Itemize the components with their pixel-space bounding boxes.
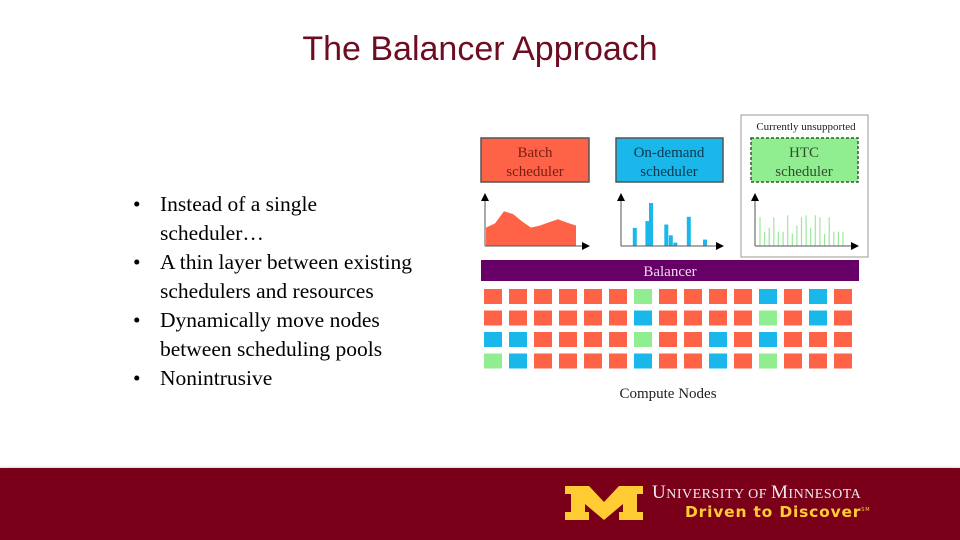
compute-node (684, 332, 702, 347)
compute-node (809, 353, 827, 369)
svg-text:On-demand: On-demand (634, 145, 705, 161)
compute-node (659, 332, 677, 347)
compute-node (659, 310, 677, 326)
compute-node (634, 310, 652, 326)
svg-text:scheduler: scheduler (506, 164, 563, 180)
unsupported-note: Currently unsupported (756, 121, 856, 133)
tagline: Driven to DiscoverSM (685, 503, 871, 521)
compute-node (634, 289, 652, 304)
compute-node (534, 310, 552, 326)
compute-node (559, 332, 577, 347)
compute-node (809, 310, 827, 326)
svg-text:scheduler: scheduler (775, 164, 832, 180)
compute-node (484, 332, 502, 347)
on-demand-bar (664, 224, 669, 246)
compute-node (759, 310, 777, 326)
compute-node (659, 353, 677, 369)
on-demand-bar (649, 203, 653, 246)
compute-node (534, 289, 552, 304)
compute-node (809, 289, 827, 304)
compute-node-grid (484, 289, 852, 369)
compute-node (734, 310, 752, 326)
compute-node (634, 332, 652, 347)
svg-text:Balancer: Balancer (643, 264, 696, 280)
compute-node (784, 353, 802, 369)
compute-node (834, 353, 852, 369)
compute-node (509, 310, 527, 326)
svg-text:HTC: HTC (789, 145, 819, 161)
compute-node (584, 289, 602, 304)
compute-node (734, 289, 752, 304)
compute-node (634, 353, 652, 369)
svg-text:scheduler: scheduler (640, 164, 697, 180)
compute-node (834, 310, 852, 326)
compute-nodes-label: Compute Nodes (619, 386, 716, 402)
balancer-bar: Balancer (481, 260, 859, 281)
compute-node (584, 310, 602, 326)
batch-scheduler-box: Batch scheduler (480, 137, 590, 183)
compute-node (484, 353, 502, 369)
compute-node (759, 332, 777, 347)
on-demand-bar (703, 239, 707, 247)
compute-node (834, 289, 852, 304)
on-demand-bar (632, 227, 637, 246)
block-m-logo-icon (565, 486, 643, 520)
compute-node (709, 353, 727, 369)
compute-node (684, 353, 702, 369)
htc-scheduler-box: HTC scheduler (750, 137, 859, 183)
on-demand-bar (673, 242, 678, 246)
compute-node (559, 353, 577, 369)
batch-load-chart (481, 193, 590, 250)
compute-node (509, 289, 527, 304)
on-demand-bar (668, 235, 673, 247)
compute-node (809, 332, 827, 347)
compute-node (709, 310, 727, 326)
on-demand-bar (686, 216, 691, 246)
compute-node (734, 353, 752, 369)
compute-node (559, 289, 577, 304)
compute-node (534, 332, 552, 347)
balancer-diagram: Currently unsupported Batch scheduler On… (480, 114, 869, 402)
compute-node (484, 310, 502, 326)
university-name: UNIVERSITY OF MINNESOTA (652, 482, 862, 503)
compute-node (684, 289, 702, 304)
compute-node (659, 289, 677, 304)
compute-node (584, 332, 602, 347)
on-demand-load-chart (617, 193, 724, 250)
compute-node (509, 353, 527, 369)
svg-text:Batch: Batch (518, 145, 553, 161)
compute-node (559, 310, 577, 326)
compute-node (784, 289, 802, 304)
on-demand-bar (645, 221, 650, 246)
compute-node (609, 310, 627, 326)
compute-node (534, 353, 552, 369)
compute-node (784, 310, 802, 326)
compute-node (784, 332, 802, 347)
compute-node (734, 332, 752, 347)
compute-node (759, 289, 777, 304)
compute-node (759, 353, 777, 369)
compute-node (684, 310, 702, 326)
compute-node (584, 353, 602, 369)
batch-load-area (486, 211, 576, 246)
compute-node (509, 332, 527, 347)
compute-node (609, 353, 627, 369)
compute-node (709, 289, 727, 304)
compute-node (484, 289, 502, 304)
compute-node (609, 332, 627, 347)
compute-node (834, 332, 852, 347)
on-demand-scheduler-box: On-demand scheduler (615, 137, 724, 183)
compute-node (609, 289, 627, 304)
compute-node (709, 332, 727, 347)
